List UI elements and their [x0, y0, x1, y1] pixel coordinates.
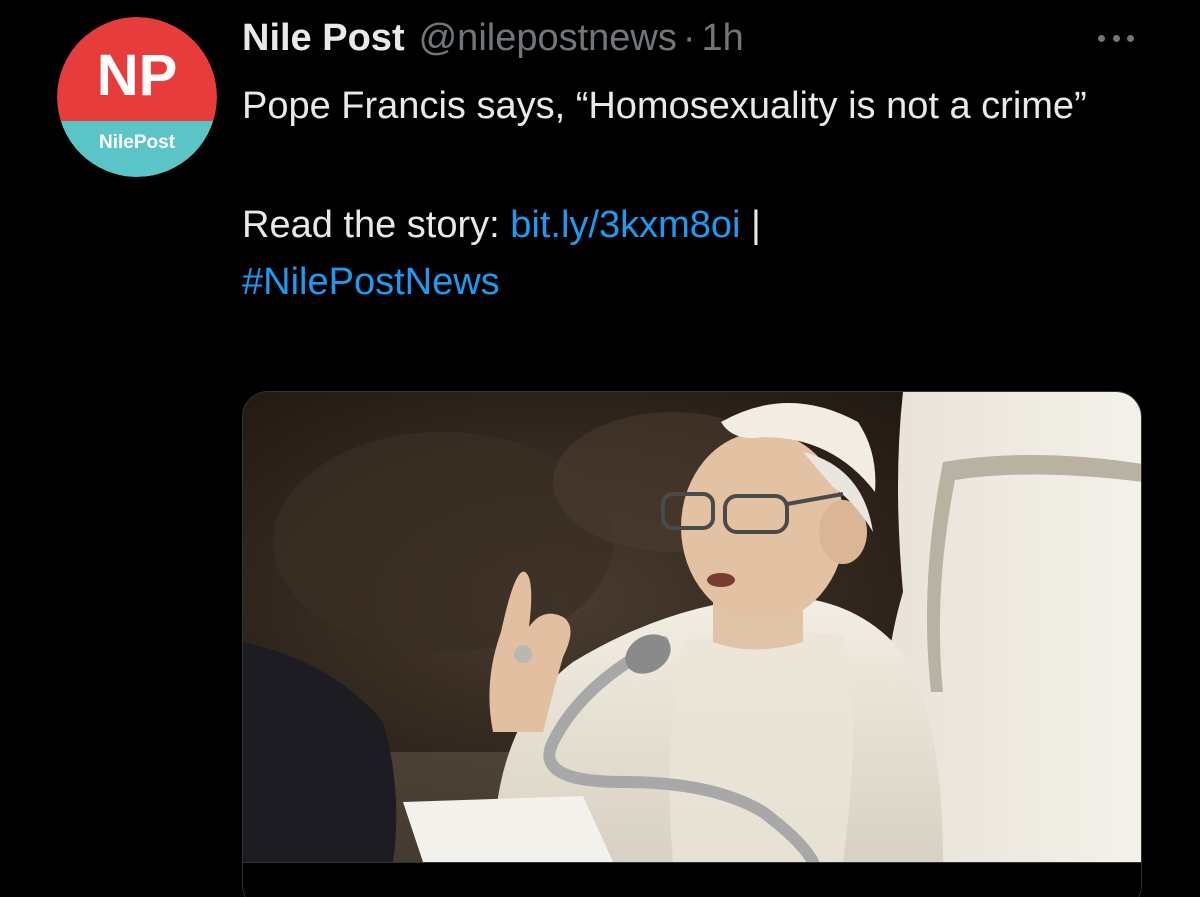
tweet[interactable]: NP NilePost Nile Post @nilepostnews · 1h… [0, 0, 1200, 897]
timestamp[interactable]: 1h [702, 17, 744, 60]
media-caption-bar [243, 862, 1141, 897]
hashtag-link[interactable]: #NilePostNews [242, 261, 500, 303]
more-horizontal-icon[interactable] [1092, 24, 1140, 52]
display-name[interactable]: Nile Post [242, 17, 405, 60]
user-handle[interactable]: @nilepostnews [419, 17, 677, 60]
news-photo [243, 392, 1141, 897]
more-dot [1112, 34, 1120, 42]
tweet-header: Nile Post @nilepostnews · 1h [242, 14, 744, 62]
tweet-media[interactable] [242, 391, 1142, 897]
nilepost-logo: NP NilePost [57, 17, 217, 177]
logo-monogram: NP [97, 43, 178, 108]
separator-dot: · [682, 16, 696, 59]
more-dot [1098, 34, 1105, 42]
avatar[interactable]: NP NilePost [57, 17, 217, 177]
tweet-text: Pope Francis says, “Homosexuality is not… [242, 78, 1162, 311]
tweet-read-line: Read the story: bit.ly/3kxm8oi | [242, 197, 1162, 254]
pipe-separator: | [740, 204, 761, 246]
logo-label: NilePost [99, 132, 176, 153]
story-link[interactable]: bit.ly/3kxm8oi [510, 204, 740, 246]
more-dot [1127, 34, 1134, 42]
read-prefix: Read the story: [242, 204, 511, 246]
tweet-text-line: Pope Francis says, “Homosexuality is not… [242, 85, 1087, 127]
